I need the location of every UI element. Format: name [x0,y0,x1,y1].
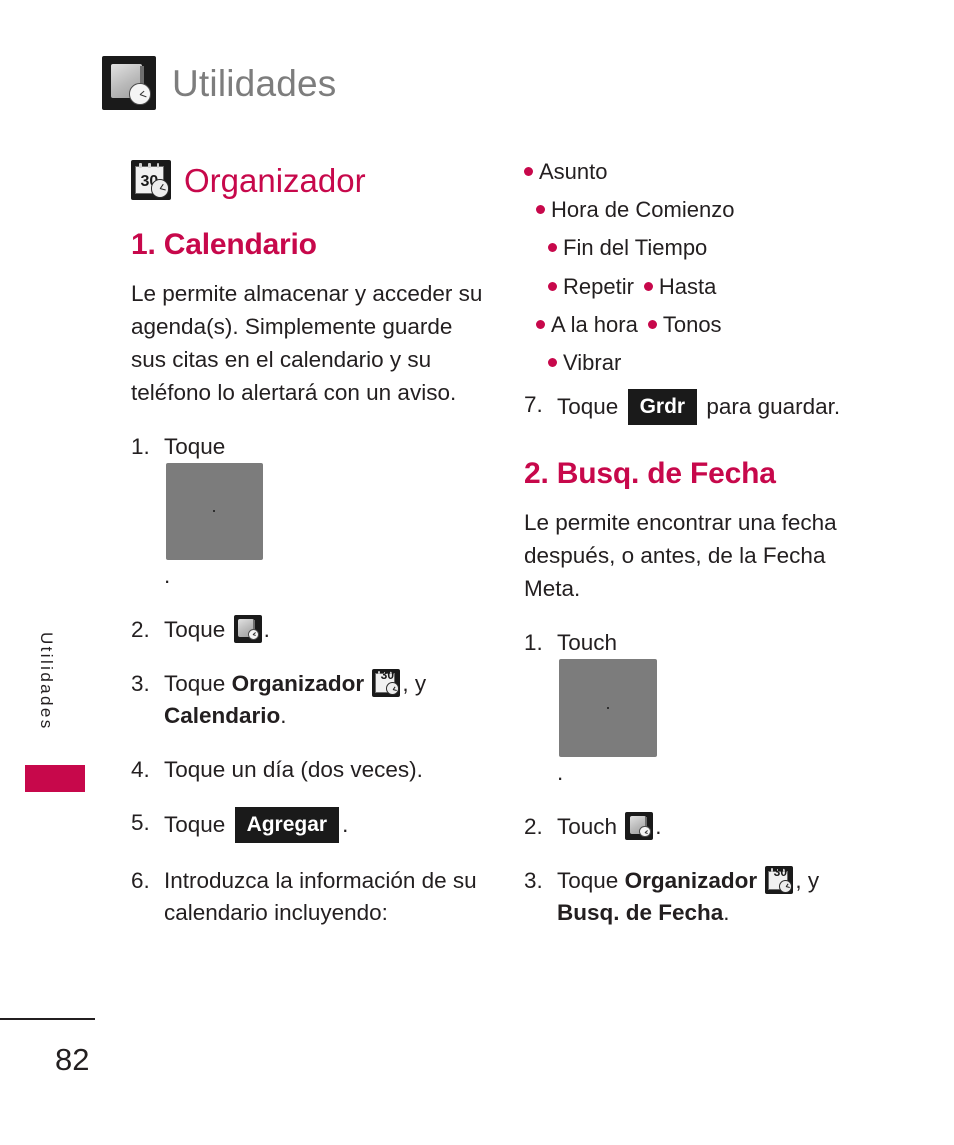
step-bold-term-2: Calendario [164,702,281,728]
step-text: Toque [557,394,625,420]
bullet-dot-icon [536,205,545,215]
list-item: Asunto [524,159,884,184]
steps-calendario: 1. Toque . 2. Toque . 3. Toque Organizad… [131,431,486,929]
step-number: 1. [131,434,150,460]
step-bold-term: Organizador [624,868,758,894]
bullet-dot-icon [548,281,557,291]
step-bold-term-2: Busq. de Fecha [557,900,724,926]
step-number: 3. [524,868,543,894]
agregar-key-badge[interactable]: Agregar [234,807,340,844]
step-number: 2. [524,814,543,840]
calendar-day-number: 30 [380,667,395,682]
calendar-clock-icon: 30 [372,667,401,697]
step-item: 4. Toque un día (dos veces). [131,754,486,786]
footer-divider [0,1018,95,1020]
step-text-mid: , y [795,868,820,894]
page-header: Utilidades [102,56,336,110]
calendar-field-bullets: Asunto Hora de Comienzo Fin del Tiempo R… [524,159,884,375]
utilities-clock-icon [102,56,156,110]
list-item: A la hora Tonos [536,311,884,337]
step-text-tail: para guardar. [700,394,841,420]
step-item: 2. Touch . [524,811,884,843]
list-item: Repetir Hasta [548,273,884,299]
side-tab-marker [25,765,85,792]
bullet-label: Vibrar [563,349,622,375]
step-number: 5. [131,810,150,836]
step-text: Toque un día (dos veces). [164,756,423,782]
list-item: Vibrar [548,349,884,375]
step-text: Toque [557,868,625,894]
step-text: Touch [557,814,624,840]
bullet-label: Fin del Tiempo [563,235,708,261]
step-text: Toque [164,670,232,696]
step-item: 3. Toque Organizador 30 , y Busq. de Fech… [524,865,884,929]
grid-menu-icon [559,659,658,758]
bullet-label: A la hora [551,311,638,337]
bullet-dot-icon [548,243,557,253]
intro-busq-de-fecha: Le permite encontrar una fecha después, … [524,510,837,602]
bullet-label-secondary: Tonos [662,311,722,337]
steps-busq-de-fecha: 1. Touch . 2. Touch . 3. Toque Organizad… [524,627,884,929]
step-text: Introduzca la información de su calendar… [164,868,477,926]
bullet-dot-icon [524,167,533,176]
step-text-tail: . [655,814,662,840]
calendar-clock-icon: 30 [131,160,171,200]
bullet-dot-icon-secondary [647,319,657,329]
side-tab-label: Utilidades [37,632,56,731]
heading-calendario: 1. Calendario [131,228,317,261]
bullet-dot-icon-secondary [643,281,653,291]
step-text-tail: . [263,616,270,642]
step-text: Touch [557,630,618,656]
grid-menu-icon [166,463,263,560]
bullet-label: Asunto [539,159,608,184]
step-number: 7. [524,392,543,418]
step-text-tail: . [342,812,349,838]
step-text: Toque [164,812,232,838]
step-text-tail: . [723,900,730,926]
step-item: 5. Toque Agregar. [131,807,486,844]
page-number: 82 [55,1042,90,1077]
heading-busq-de-fecha: 2. Busq. de Fecha [524,457,776,491]
bullet-dot-icon [548,357,557,367]
step-number: 6. [131,868,150,894]
list-item: Hora de Comienzo [536,198,884,222]
section-title-organizador: 30 Organizador [131,160,486,200]
step-number: 1. [524,630,543,656]
grdr-key-badge[interactable]: Grdr [627,389,698,426]
step-item: 1. Touch . [524,627,884,789]
calendar-clock-icon: 30 [765,865,794,895]
step-item: 2. Toque . [131,614,486,646]
step-text-mid: , y [402,670,427,696]
bullet-dot-icon [536,319,545,329]
step-number: 3. [131,670,150,696]
bullet-label: Hora de Comienzo [551,197,735,223]
list-item: Fin del Tiempo [548,236,884,260]
step-item: 1. Toque . [131,431,486,591]
intro-calendario: Le permite almacenar y acceder su agenda… [131,281,483,406]
step-number: 4. [131,756,150,782]
left-column: 30 Organizador 1. Calendario Le permite … [131,160,486,951]
bullet-label-secondary: Hasta [658,273,717,299]
calendar-day-number: 30 [773,865,788,880]
step-text-tail: . [280,702,287,728]
step-text: Toque [164,434,226,460]
step-text-tail: . [164,562,171,588]
page-title: Utilidades [172,62,337,104]
step-item: 7. Toque Grdr para guardar. [524,389,884,426]
step-bold-term: Organizador [231,670,365,696]
steps-calendario-continued: 7. Toque Grdr para guardar. [524,389,884,426]
bullet-label: Repetir [563,273,634,299]
section-title-label: Organizador [184,161,366,199]
step-number: 2. [131,616,150,642]
utilities-clock-icon [625,812,654,841]
step-text: Toque [164,616,232,642]
right-column: Asunto Hora de Comienzo Fin del Tiempo R… [524,159,884,951]
utilities-clock-icon [233,614,262,643]
step-text-tail: . [557,760,564,786]
step-item: 3. Toque Organizador 30 , y Calendario. [131,668,486,732]
step-item: 6. Introduzca la información de su calen… [131,865,486,929]
